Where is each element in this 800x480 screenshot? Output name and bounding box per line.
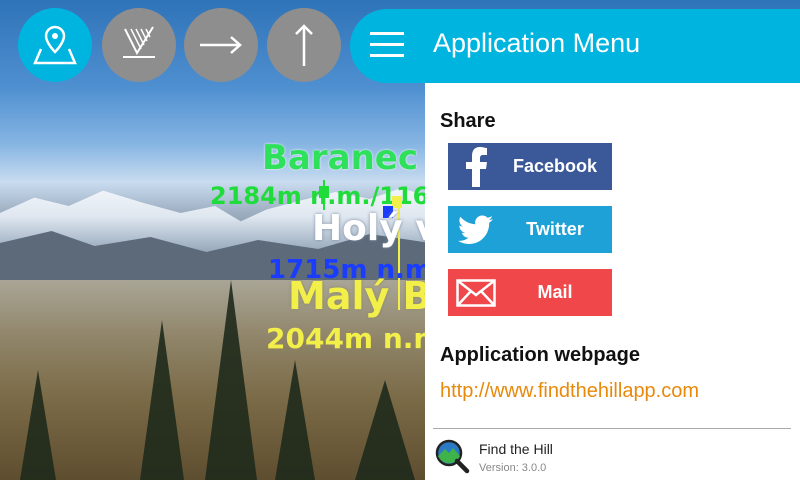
map-pin-icon bbox=[33, 25, 77, 65]
height-lines-icon bbox=[123, 26, 155, 58]
webpage-link[interactable]: http://www.findthehillapp.com bbox=[440, 380, 699, 403]
tree bbox=[275, 360, 315, 480]
divider bbox=[433, 428, 791, 429]
menu-title: Application Menu bbox=[433, 28, 641, 58]
twitter-icon bbox=[448, 206, 504, 253]
mail-label: Mail bbox=[537, 282, 573, 302]
webpage-title: Application webpage bbox=[440, 344, 641, 366]
facebook-label: Facebook bbox=[512, 156, 598, 176]
app-name: Find the Hill bbox=[479, 441, 553, 457]
twitter-label: Twitter bbox=[526, 219, 584, 239]
tree bbox=[20, 370, 56, 480]
facebook-button[interactable]: Facebook bbox=[448, 143, 612, 190]
tree bbox=[140, 320, 184, 480]
share-title: Share bbox=[440, 110, 496, 132]
elevation-button[interactable] bbox=[267, 8, 341, 82]
arrow-up-icon bbox=[295, 24, 313, 66]
map-button[interactable] bbox=[18, 8, 92, 82]
peak-name-baranec[interactable]: Baranec bbox=[262, 138, 418, 178]
app-version: Version: 3.0.0 bbox=[479, 462, 547, 474]
mail-button[interactable]: Mail bbox=[448, 269, 612, 316]
arrow-right-icon bbox=[200, 36, 242, 54]
mail-icon bbox=[448, 269, 504, 316]
twitter-button[interactable]: Twitter bbox=[448, 206, 612, 253]
height-lines-button[interactable] bbox=[102, 8, 176, 82]
hamburger-menu-icon[interactable] bbox=[370, 32, 404, 58]
tree bbox=[355, 380, 415, 480]
direction-button[interactable] bbox=[184, 8, 258, 82]
peak-marker-maly[interactable] bbox=[392, 196, 402, 208]
app-logo-icon bbox=[434, 438, 470, 474]
tree bbox=[205, 280, 257, 480]
facebook-icon bbox=[448, 143, 504, 190]
